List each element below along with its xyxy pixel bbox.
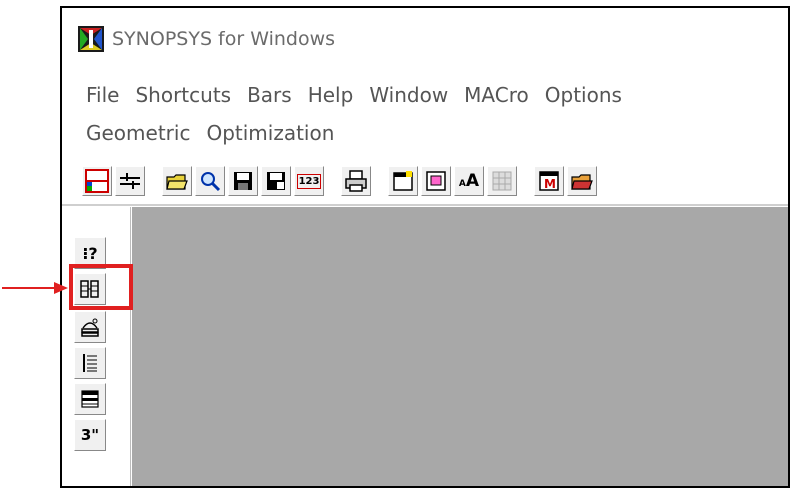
search-button[interactable] [195, 166, 225, 196]
menu-file[interactable]: File [86, 76, 131, 114]
pointer-arrow-icon [2, 282, 68, 294]
search-icon [201, 172, 221, 192]
save-as-icon [267, 172, 285, 190]
save-icon [234, 172, 252, 190]
menu-window[interactable]: Window [369, 76, 460, 114]
three-inch-button[interactable]: 3" [74, 419, 106, 451]
open-button[interactable] [162, 166, 192, 196]
menu-bar: File Shortcuts Bars Help Window MACro Op… [86, 76, 786, 152]
eject-button[interactable] [74, 311, 106, 343]
menu-macro[interactable]: MACro [464, 76, 541, 114]
adjust-button[interactable] [115, 166, 145, 196]
menu-bars[interactable]: Bars [247, 76, 304, 114]
adjust-icon [120, 173, 140, 189]
menu-shortcuts[interactable]: Shortcuts [135, 76, 243, 114]
menu-geometric[interactable]: Geometric [86, 114, 202, 152]
synopsys-app-icon [78, 26, 104, 52]
macro-icon: M [539, 171, 559, 191]
save-button[interactable] [228, 166, 258, 196]
app-window: SYNOPSYS for Windows File Shortcuts Bars… [60, 6, 790, 488]
font-size-button[interactable]: AA [454, 166, 484, 196]
eject-icon [81, 318, 99, 337]
lens-layout-button[interactable] [82, 166, 112, 196]
numbers-button[interactable]: 123 [294, 166, 324, 196]
macro-button[interactable]: M [534, 166, 564, 196]
menu-optimization[interactable]: Optimization [206, 114, 346, 152]
font-size-icon: AA [458, 171, 480, 191]
save-as-button[interactable] [261, 166, 291, 196]
new-window-icon [393, 171, 413, 191]
new-window-button[interactable] [388, 166, 418, 196]
help-button[interactable]: ⁝? [74, 237, 106, 269]
print-button[interactable] [341, 166, 371, 196]
open-folder-icon [166, 174, 188, 190]
menu-options[interactable]: Options [545, 76, 634, 114]
list-button[interactable] [74, 347, 106, 379]
menu-help[interactable]: Help [308, 76, 366, 114]
workspace-area[interactable] [132, 207, 788, 486]
three-inch-icon: 3" [80, 426, 100, 444]
toolbar-divider [62, 204, 788, 206]
title-bar: SYNOPSYS for Windows [62, 8, 788, 78]
lens-layout-icon [85, 169, 109, 193]
left-toolbar: ⁝? 3" [62, 207, 131, 486]
table-button[interactable] [74, 383, 106, 415]
numbers-icon: 123 [296, 173, 322, 189]
edit-window-button[interactable] [421, 166, 451, 196]
table-icon [81, 390, 99, 408]
macro-folder-icon [571, 174, 593, 190]
edit-window-icon [426, 171, 446, 191]
grid-icon [80, 280, 99, 298]
macro-folder-button[interactable] [567, 166, 597, 196]
help-icon: ⁝? [82, 243, 98, 263]
svg-text:M: M [544, 177, 556, 191]
grid-disabled-icon [492, 171, 512, 191]
print-icon [345, 170, 367, 192]
toolbar: 123 AA M [82, 162, 788, 200]
window-title: SYNOPSYS for Windows [112, 28, 336, 50]
grid-button[interactable] [74, 273, 106, 305]
list-icon [83, 354, 97, 372]
grid-disabled-button[interactable] [487, 166, 517, 196]
